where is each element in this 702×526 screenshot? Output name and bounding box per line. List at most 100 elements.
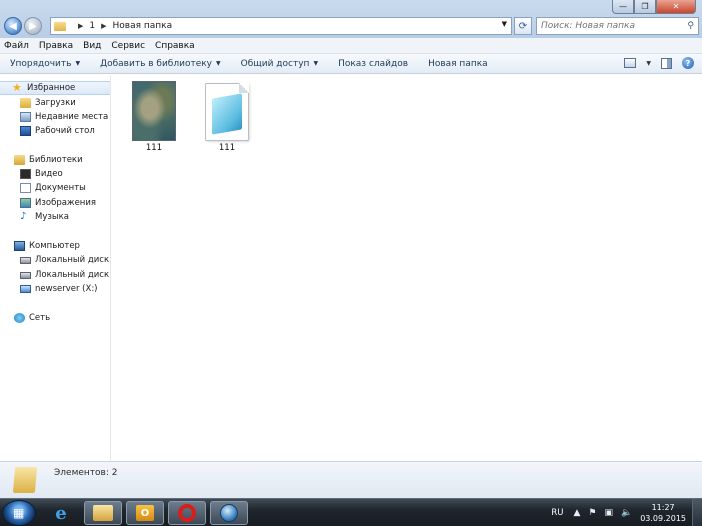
image-icon [20,198,31,208]
chevron-down-icon: ▼ [216,60,221,67]
minimize-button[interactable]: — [612,0,634,14]
chevron-right-icon[interactable]: ▶ [78,22,83,30]
window-controls: — ❐ ✕ [612,0,696,14]
chevron-down-icon[interactable]: ▼ [646,60,651,67]
chevron-down-icon: ▼ [313,60,319,67]
network-icon [14,313,25,323]
breadcrumb-item[interactable]: Новая папка [113,21,173,31]
sidebar-item-label: Документы [35,183,86,193]
video-icon [20,169,31,179]
sidebar-item-label: Изображения [35,198,97,208]
share-label: Общий доступ [240,58,310,69]
view-mode-icon[interactable] [624,58,637,68]
taskbar: e O RU ▲ ⚑ ▣ 🔈 11:27 03.09.2015 [0,498,702,526]
sidebar-item-label: Загрузки [35,98,76,108]
language-indicator[interactable]: RU [551,508,563,518]
network-drive-icon [20,285,31,293]
help-icon[interactable]: ? [682,57,694,69]
arrow-right-icon: ▶ [29,20,37,32]
taskbar-outlook[interactable]: O [126,501,164,525]
system-tray: RU ▲ ⚑ ▣ 🔈 11:27 03.09.2015 [551,499,702,526]
chevron-right-icon[interactable]: ▶ [101,22,106,30]
refresh-icon: ⟳ [518,20,528,32]
sidebar-item-network-drive[interactable]: newserver (X:) [0,282,110,296]
close-button[interactable]: ✕ [656,0,696,14]
item-count: Элементов: 2 [54,468,118,478]
chevron-up-icon[interactable]: ▲ [573,508,580,518]
sidebar-item-disk-d[interactable]: Локальный диск (D [0,268,110,282]
view-controls: ▼ ? [624,57,694,69]
sidebar-item-label: Рабочий стол [35,126,95,136]
sidebar-item-label: Музыка [35,212,69,222]
sidebar-item-video[interactable]: Видео [0,167,110,181]
menu-edit[interactable]: Правка [39,41,73,51]
sidebar-item-label: Избранное [27,83,76,93]
menu-file[interactable]: Файл [4,41,29,51]
taskbar-ie[interactable]: e [42,501,80,525]
chevron-down-icon[interactable]: ▼ [502,20,507,28]
address-bar[interactable]: ▶ 1 ▶ Новая папка ▼ [50,17,512,35]
details-pane: Элементов: 2 [0,461,702,498]
flag-icon[interactable]: ⚑ [588,508,596,518]
slideshow-button[interactable]: Показ слайдов [328,59,418,69]
sidebar-item-desktop[interactable]: Рабочий стол [0,124,110,138]
sidebar-item-downloads[interactable]: Загрузки [0,96,110,110]
sidebar-item-label: Сеть [29,313,51,323]
search-input[interactable] [541,21,681,31]
folder-icon [54,21,66,31]
sidebar-item-label: Видео [35,169,63,179]
sidebar-item-images[interactable]: Изображения [0,196,110,210]
file-name: 111 [145,143,163,153]
share-button[interactable]: Общий доступ ▼ [231,59,328,69]
navigation-pane: ★ Избранное Загрузки Недавние места Рабо… [0,75,111,461]
maximize-button[interactable]: ❐ [634,0,656,14]
taskbar-opera[interactable] [168,501,206,525]
sidebar-item-disk-c[interactable]: Локальный диск (C [0,253,110,267]
file-item[interactable]: 111 [197,83,257,153]
menu-tools[interactable]: Сервис [111,41,145,51]
taskbar-app-globe[interactable] [210,501,248,525]
search-box[interactable]: ⚲ [536,17,699,35]
text-file-icon [205,83,249,141]
refresh-button[interactable]: ⟳ [514,17,532,35]
sidebar-item-label: Недавние места [35,112,109,122]
show-desktop-button[interactable] [692,499,702,526]
sidebar-item-label: Локальный диск (D [35,270,110,280]
clock-date: 03.09.2015 [640,514,686,523]
sidebar-item-documents[interactable]: Документы [0,181,110,195]
sidebar-item-music[interactable]: ♪ Музыка [0,210,110,224]
folder-icon [12,467,38,493]
star-icon: ★ [12,81,22,94]
add-to-library-button[interactable]: Добавить в библиотеку ▼ [90,59,231,69]
start-button[interactable] [2,500,36,526]
search-icon[interactable]: ⚲ [687,21,694,31]
menu-help[interactable]: Справка [155,41,195,51]
sidebar-item-favorites[interactable]: ★ Избранное [0,81,110,95]
file-list: 111 111 [112,75,702,461]
opera-icon [178,504,196,522]
preview-pane-icon[interactable] [661,57,672,69]
sidebar-item-label: Локальный диск (C [35,255,110,265]
taskbar-explorer[interactable] [84,501,122,525]
volume-muted-icon[interactable]: 🔈 [621,508,632,518]
command-bar: Упорядочить ▼ Добавить в библиотеку ▼ Общи… [0,54,702,74]
file-item[interactable]: 111 [124,81,184,153]
title-bar: — ❐ ✕ ◀ ▶ ▶ 1 ▶ Новая папка ▼ ⟳ ⚲ [0,0,702,38]
desktop-icon [20,126,31,136]
sidebar-item-network[interactable]: Сеть [0,311,110,325]
organize-button[interactable]: Упорядочить ▼ [0,59,90,69]
windows-explorer-icon [93,505,113,521]
breadcrumb-item[interactable]: 1 [89,21,95,31]
monitor-icon[interactable]: ▣ [604,508,613,518]
document-icon [20,183,31,193]
back-button[interactable]: ◀ [4,17,22,35]
clock[interactable]: 11:27 03.09.2015 [640,502,686,524]
new-folder-button[interactable]: Новая папка [418,59,498,69]
sidebar-item-libraries[interactable]: Библиотеки [0,153,110,167]
sidebar-item-computer[interactable]: Компьютер [0,239,110,253]
libraries-icon [14,155,25,165]
sidebar-item-recent-places[interactable]: Недавние места [0,110,110,124]
menu-view[interactable]: Вид [83,41,101,51]
music-note-icon: ♪ [20,211,27,222]
forward-button[interactable]: ▶ [24,17,42,35]
